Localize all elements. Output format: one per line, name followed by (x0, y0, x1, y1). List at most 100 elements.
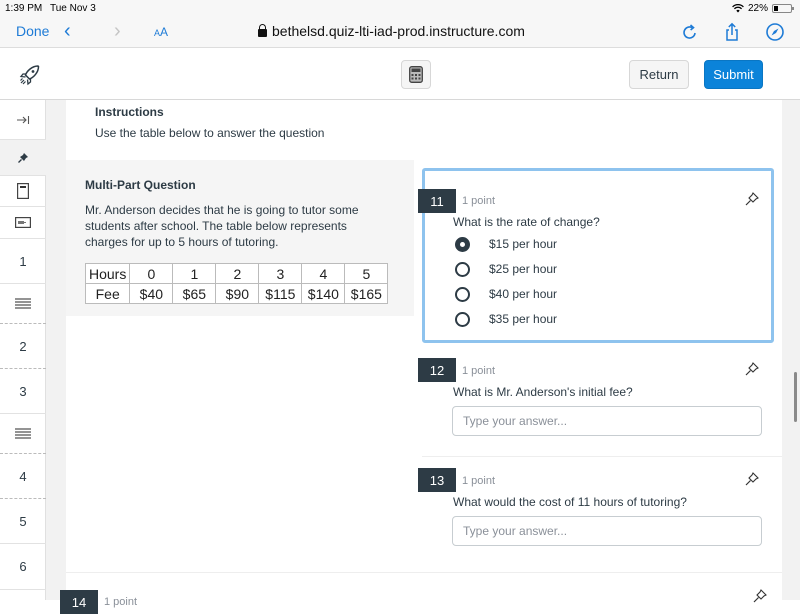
rocket-icon (19, 65, 40, 86)
question-14: 14 1 point (60, 588, 782, 614)
radio-unselected[interactable] (455, 261, 470, 277)
table-cell: Hours (84, 263, 131, 284)
question-11: 11 1 point What is the rate of change? $… (418, 168, 774, 343)
done-button[interactable]: Done (16, 23, 49, 39)
pin-icon[interactable] (744, 361, 760, 377)
table-cell: $165 (344, 283, 389, 304)
battery-percent: 22% (747, 3, 768, 14)
instructions-text: Use the table below to answer the questi… (95, 126, 325, 140)
answer-input[interactable] (452, 406, 762, 436)
sidebar-item-label: 3 (19, 383, 27, 399)
option-label: $15 per hour (489, 237, 558, 251)
quiz-content: Instructions Use the table below to answ… (60, 100, 782, 614)
question-text: What is the rate of change? (453, 215, 600, 229)
sidebar-item-text-block[interactable] (0, 414, 46, 454)
answer-option[interactable]: $35 per hour (455, 309, 557, 329)
calculator-button[interactable] (401, 60, 431, 89)
table-row: Fee $40 $65 $90 $115 $140 $165 (84, 283, 389, 304)
table-cell: $40 (129, 283, 174, 304)
question-text: What is Mr. Anderson's initial fee? (453, 385, 633, 399)
sidebar-item-stimulus[interactable] (0, 207, 46, 239)
question-navigator: 1 2 3 4 5 6 (0, 100, 46, 600)
divider (66, 572, 782, 573)
lock-icon (258, 24, 267, 37)
status-bar: 1:39 PM Tue Nov 3 22% (0, 0, 800, 18)
question-points: 1 point (462, 365, 496, 377)
fee-table: Hours 0 1 2 3 4 5 Fee $40 $65 $90 $115 $… (84, 263, 389, 304)
address-bar[interactable]: bethelsd.quiz-lti-iad-prod.instructure.c… (258, 23, 525, 39)
sidebar-item-instructions[interactable] (0, 176, 46, 207)
battery-icon (772, 4, 794, 13)
scrollbar-thumb[interactable] (794, 372, 797, 422)
pin-icon[interactable] (744, 191, 760, 207)
browser-toolbar: Done ‹ › AA bethelsd.quiz-lti-iad-prod.i… (0, 18, 800, 48)
quiz-header: Return Submit (0, 48, 800, 100)
question-points: 1 point (462, 195, 496, 207)
question-points: 1 point (104, 596, 138, 608)
instructions-title: Instructions (95, 105, 164, 119)
answer-option[interactable]: $15 per hour (455, 234, 557, 254)
sidebar-gutter (46, 100, 66, 600)
table-cell: $115 (258, 283, 303, 304)
table-cell: 5 (344, 263, 389, 284)
option-label: $35 per hour (489, 312, 558, 326)
radio-unselected[interactable] (455, 311, 470, 327)
question-text: What would the cost of 11 hours of tutor… (453, 495, 687, 509)
back-chevron-icon[interactable]: ‹ (64, 20, 71, 43)
pin-icon[interactable] (752, 588, 768, 604)
pin-filter-button[interactable] (0, 140, 46, 176)
question-13: 13 1 point What would the cost of 11 hou… (418, 468, 774, 568)
sidebar-item-question[interactable]: 2 (0, 324, 46, 369)
reload-icon[interactable] (680, 22, 700, 42)
compass-icon[interactable] (765, 22, 785, 42)
table-cell: $65 (172, 283, 217, 304)
radio-unselected[interactable] (455, 286, 470, 302)
pin-icon (18, 152, 28, 163)
table-cell: 0 (129, 263, 174, 284)
return-button[interactable]: Return (629, 60, 689, 89)
question-number: 12 (418, 358, 456, 382)
sidebar-item-label: 5 (19, 513, 27, 529)
sidebar-item-label: 6 (19, 559, 27, 574)
share-icon[interactable] (722, 22, 742, 42)
stimulus-panel: Multi-Part Question Mr. Anderson decides… (66, 160, 414, 316)
sidebar-item-label: 2 (19, 338, 27, 354)
question-points: 1 point (462, 475, 496, 487)
status-date: Tue Nov 3 (50, 3, 96, 14)
option-label: $40 per hour (489, 287, 558, 301)
stimulus-icon (15, 217, 31, 228)
wifi-icon (732, 4, 744, 13)
forward-chevron-icon[interactable]: › (114, 20, 121, 43)
scrollbar-track[interactable] (782, 100, 800, 600)
pin-icon[interactable] (744, 471, 760, 487)
sidebar-item-question[interactable]: 5 (0, 499, 46, 544)
option-label: $25 per hour (489, 262, 558, 276)
table-cell: $90 (215, 283, 260, 304)
text-size-button[interactable]: AA (154, 25, 168, 39)
radio-selected[interactable] (455, 236, 470, 252)
calculator-icon (409, 66, 423, 83)
stimulus-title: Multi-Part Question (85, 178, 196, 192)
table-cell: 1 (172, 263, 217, 284)
sidebar-item-question[interactable]: 3 (0, 369, 46, 414)
table-cell: 2 (215, 263, 260, 284)
status-right: 22% (732, 3, 794, 14)
submit-button[interactable]: Submit (704, 60, 763, 89)
question-number: 11 (418, 189, 456, 213)
answer-option[interactable]: $25 per hour (455, 259, 557, 279)
sidebar-item-question[interactable]: 6 (0, 544, 46, 590)
answer-option[interactable]: $40 per hour (455, 284, 557, 304)
collapse-sidebar-button[interactable] (0, 100, 46, 140)
url-text: bethelsd.quiz-lti-iad-prod.instructure.c… (272, 23, 525, 39)
table-cell: 4 (301, 263, 346, 284)
stimulus-text: Mr. Anderson decides that he is going to… (85, 203, 359, 249)
sidebar-item-text-block[interactable] (0, 284, 46, 324)
answer-input[interactable] (452, 516, 762, 546)
table-cell: 3 (258, 263, 303, 284)
table-row: Hours 0 1 2 3 4 5 (84, 263, 389, 284)
sidebar-item-question[interactable]: 1 (0, 239, 46, 284)
sidebar-item-question[interactable]: 4 (0, 454, 46, 499)
divider (422, 456, 782, 457)
table-cell: Fee (84, 283, 131, 304)
instructions-icon (17, 183, 29, 199)
